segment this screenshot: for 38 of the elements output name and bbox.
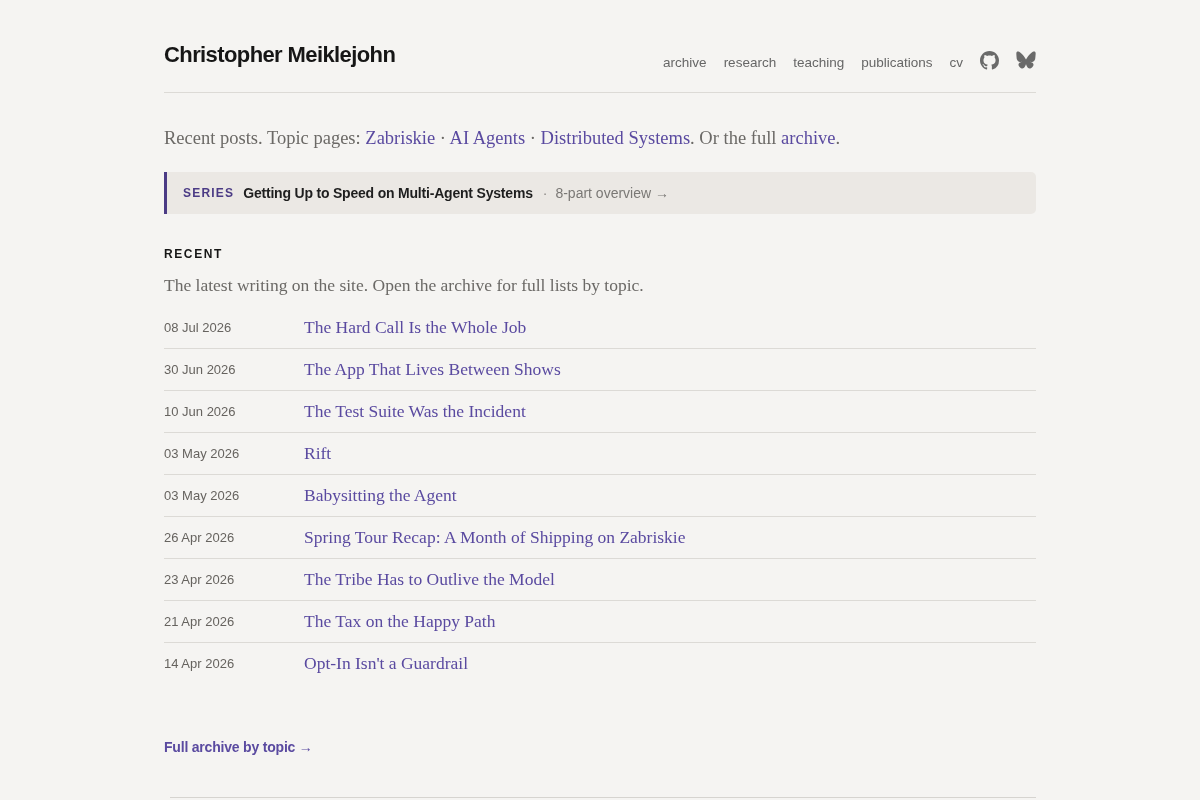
post-title-link[interactable]: Spring Tour Recap: A Month of Shipping on Zabriskie [304, 527, 686, 548]
nav-link[interactable]: teaching [793, 54, 845, 72]
post-date: 23 Apr 2026 [164, 572, 236, 587]
github-icon[interactable] [980, 51, 999, 70]
intro-text: Recent posts. Topic pages: Zabriskie · AI Agents · Distributed Systems. Or the full archive. [164, 127, 842, 150]
series-label: SERIES [183, 186, 235, 200]
topic-link[interactable]: Zabriskie [365, 128, 436, 148]
post-title-link[interactable]: Opt-In Isn't a Guardrail [304, 653, 468, 674]
post-date: 08 Jul 2026 [164, 320, 233, 335]
site-title: Christopher Meiklejohn [164, 41, 396, 69]
section-description: The latest writing on the site. Open the archive for full lists by topic. [164, 274, 645, 297]
post-title-link[interactable]: Rift [304, 443, 332, 464]
overview-link[interactable]: 8-part overview → [555, 185, 669, 201]
nav-link[interactable]: archive [663, 54, 707, 72]
separator-dot: · [542, 185, 548, 201]
post-date: 03 May 2026 [164, 488, 241, 503]
topic-link[interactable]: archive [781, 128, 836, 148]
topic-link[interactable]: Distributed Systems [540, 128, 691, 148]
post-date: 14 Apr 2026 [164, 656, 236, 671]
post-date: 26 Apr 2026 [164, 530, 236, 545]
post-title-link[interactable]: The Tax on the Happy Path [304, 611, 496, 632]
post-title-link[interactable]: The Hard Call Is the Whole Job [304, 317, 527, 338]
nav-link[interactable]: research [723, 54, 777, 72]
post-date: 21 Apr 2026 [164, 614, 236, 629]
post-title-link[interactable]: The App That Lives Between Shows [304, 359, 561, 380]
topic-link[interactable]: AI Agents [449, 128, 526, 148]
post-date: 10 Jun 2026 [164, 404, 237, 419]
series-title-link[interactable]: Getting Up to Speed on Multi-Agent Systems [243, 185, 533, 201]
post-title-link[interactable]: Babysitting the Agent [304, 485, 457, 506]
nav-link[interactable]: cv [949, 54, 963, 72]
post-date: 30 Jun 2026 [164, 362, 237, 377]
post-date: 03 May 2026 [164, 446, 241, 461]
post-title-link[interactable]: The Test Suite Was the Incident [304, 401, 526, 422]
post-title-link[interactable]: The Tribe Has to Outlive the Model [304, 569, 555, 590]
nav-link[interactable]: publications [861, 54, 933, 72]
full-archive-link[interactable]: Full archive by topic → [164, 739, 313, 755]
butterfly-icon[interactable] [1016, 51, 1036, 69]
section-heading: RECENT [164, 246, 224, 262]
